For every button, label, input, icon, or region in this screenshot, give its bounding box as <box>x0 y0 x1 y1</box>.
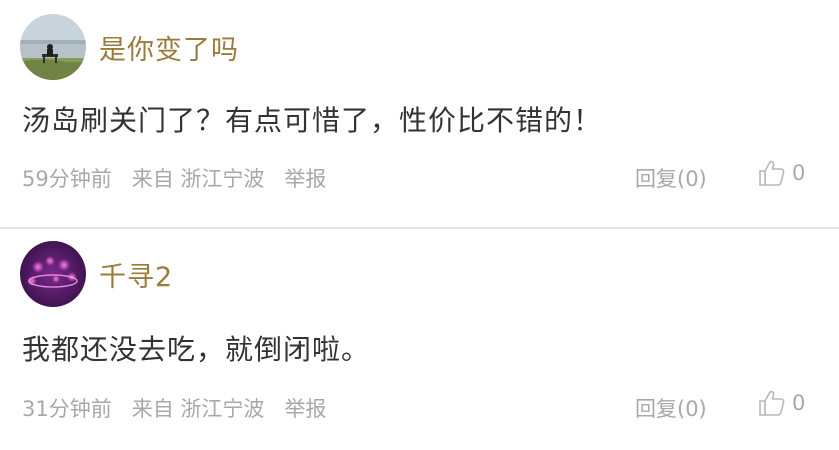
thumbs-up-icon <box>759 390 785 416</box>
thumbs-up-icon <box>759 160 785 186</box>
comment-time: 59分钟前 <box>22 167 112 191</box>
comment-list: 是你变了吗 汤岛刷关门了？有点可惜了，性价比不错的！ 59分钟前 来自 浙江宁波… <box>0 0 839 450</box>
like-count: 0 <box>792 391 806 415</box>
avatar-purple-bokeh-icon <box>20 241 86 307</box>
avatar[interactable] <box>20 14 86 80</box>
comment-header: 是你变了吗 <box>20 14 239 80</box>
comment-time: 31分钟前 <box>22 397 112 421</box>
username[interactable]: 是你变了吗 <box>99 28 239 67</box>
comment-content: 汤岛刷关门了？有点可惜了，性价比不错的！ <box>22 104 603 137</box>
comment-meta: 59分钟前 来自 浙江宁波 举报 <box>22 163 326 193</box>
like-button[interactable]: 0 <box>757 158 805 188</box>
comment-item: 千寻2 我都还没去吃，就倒闭啦。 31分钟前 来自 浙江宁波 举报 回复(0) … <box>0 229 839 450</box>
comment-item: 是你变了吗 汤岛刷关门了？有点可惜了，性价比不错的！ 59分钟前 来自 浙江宁波… <box>0 0 839 227</box>
reply-button[interactable]: 回复(0) <box>635 393 707 423</box>
username[interactable]: 千寻2 <box>99 255 173 294</box>
comment-location: 来自 浙江宁波 <box>131 167 265 191</box>
comment-location: 来自 浙江宁波 <box>131 397 265 421</box>
like-button[interactable]: 0 <box>757 388 805 418</box>
comment-meta: 31分钟前 来自 浙江宁波 举报 <box>22 393 326 423</box>
avatar-lakeside-bench-icon <box>20 14 86 80</box>
comment-header: 千寻2 <box>20 241 173 307</box>
reply-button[interactable]: 回复(0) <box>635 163 707 193</box>
report-button[interactable]: 举报 <box>284 393 326 423</box>
like-count: 0 <box>792 161 806 185</box>
avatar[interactable] <box>20 241 86 307</box>
comment-content: 我都还没去吃，就倒闭啦。 <box>22 333 371 366</box>
report-button[interactable]: 举报 <box>284 163 326 193</box>
